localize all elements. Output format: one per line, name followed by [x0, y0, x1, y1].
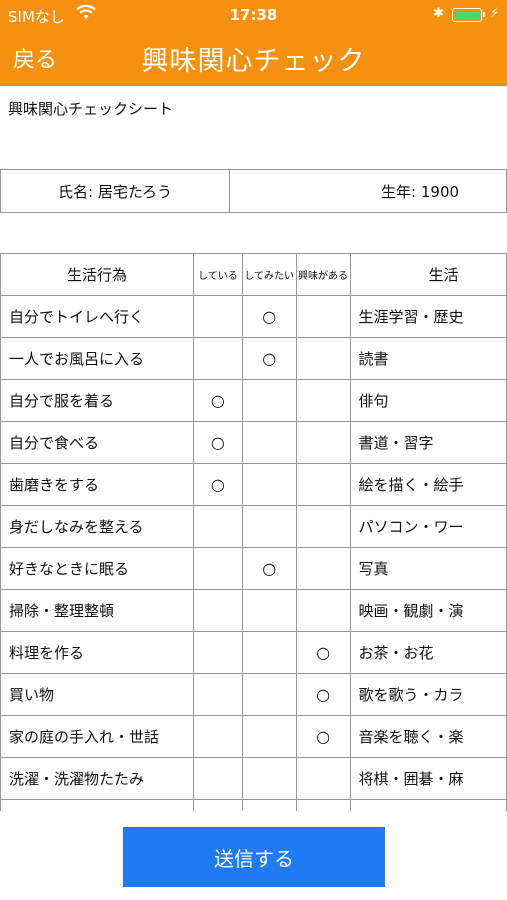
page-title: 興味関心チェック	[141, 46, 366, 77]
table-row: 洗濯・洗濯物たたみ 将棋・囲碁・麻	[0, 757, 507, 800]
want-to-cell[interactable]	[241, 799, 297, 811]
nav-bar: 戻る 興味関心チェック	[0, 30, 507, 86]
doing-cell[interactable]	[193, 337, 243, 380]
activity-2-cell: 生涯学習・歴史	[349, 295, 507, 338]
activity-cell: 歯磨きをする	[0, 463, 195, 506]
interested-cell[interactable]	[295, 799, 351, 811]
activity-2-cell: 俳句	[349, 379, 507, 422]
doing-cell[interactable]	[193, 295, 243, 338]
activity-2-cell: 読書	[349, 337, 507, 380]
activity-cell	[0, 799, 195, 811]
interested-cell[interactable]	[295, 463, 351, 506]
table-row: 家の庭の手入れ・世話 ○ 音楽を聴く・楽	[0, 715, 507, 758]
interested-cell[interactable]	[295, 379, 351, 422]
activity-2-cell: お茶・お花	[349, 631, 507, 674]
table-header-row: 生活行為 している してみたい 興味がある 生活	[0, 253, 507, 296]
doing-cell[interactable]	[193, 505, 243, 548]
header-interested: 興味がある	[295, 253, 351, 296]
header-want-to: してみたい	[241, 253, 297, 296]
want-to-cell[interactable]	[241, 757, 297, 800]
doing-cell[interactable]: ○	[193, 379, 243, 422]
bluetooth-icon: ✱	[433, 6, 444, 21]
doing-cell[interactable]	[193, 673, 243, 716]
table-row	[0, 799, 507, 811]
activity-cell: 買い物	[0, 673, 195, 716]
status-bar: SIMなし 17:38 ✱ ⚡	[0, 0, 507, 30]
table-row: 自分で服を着る ○ 俳句	[0, 379, 507, 422]
want-to-cell[interactable]: ○	[241, 295, 297, 338]
birth-cell: 生年: 1900	[229, 169, 507, 213]
header-activity-2: 生活	[349, 253, 507, 296]
doing-cell[interactable]	[193, 715, 243, 758]
activity-cell: 掃除・整理整頓	[0, 589, 195, 632]
status-time: 17:38	[229, 6, 278, 24]
activity-cell: 一人でお風呂に入る	[0, 337, 195, 380]
doing-cell[interactable]	[193, 799, 243, 811]
want-to-cell[interactable]	[241, 589, 297, 632]
interested-cell[interactable]: ○	[295, 631, 351, 674]
want-to-cell[interactable]	[241, 505, 297, 548]
want-to-cell[interactable]	[241, 421, 297, 464]
doing-cell[interactable]	[193, 631, 243, 674]
activity-2-cell: 写真	[349, 547, 507, 590]
activity-2-cell: 音楽を聴く・楽	[349, 715, 507, 758]
activity-2-cell: 歌を歌う・カラ	[349, 673, 507, 716]
interested-cell[interactable]	[295, 547, 351, 590]
activity-2-cell: 将棋・囲碁・麻	[349, 757, 507, 800]
interested-cell[interactable]	[295, 421, 351, 464]
table-row: 買い物 ○ 歌を歌う・カラ	[0, 673, 507, 716]
interested-cell[interactable]	[295, 337, 351, 380]
table-row: 身だしなみを整える パソコン・ワー	[0, 505, 507, 548]
activity-cell: 家の庭の手入れ・世話	[0, 715, 195, 758]
activity-2-cell: 絵を描く・絵手	[349, 463, 507, 506]
activity-cell: 洗濯・洗濯物たたみ	[0, 757, 195, 800]
activity-2-cell: 映画・観劇・演	[349, 589, 507, 632]
header-doing: している	[193, 253, 243, 296]
table-row: 料理を作る ○ お茶・お花	[0, 631, 507, 674]
interested-cell[interactable]	[295, 505, 351, 548]
info-table: 氏名: 居宅たろう 生年: 1900	[0, 169, 507, 213]
want-to-cell[interactable]	[241, 715, 297, 758]
doing-cell[interactable]: ○	[193, 463, 243, 506]
interested-cell[interactable]	[295, 295, 351, 338]
activity-cell: 自分でトイレへ行く	[0, 295, 195, 338]
want-to-cell[interactable]	[241, 379, 297, 422]
sheet-title: 興味関心チェックシート	[8, 100, 174, 118]
activity-cell: 好きなときに眠る	[0, 547, 195, 590]
doing-cell[interactable]	[193, 757, 243, 800]
want-to-cell[interactable]: ○	[241, 547, 297, 590]
activity-cell: 身だしなみを整える	[0, 505, 195, 548]
interested-cell[interactable]: ○	[295, 673, 351, 716]
want-to-cell[interactable]	[241, 631, 297, 674]
activity-2-cell: 書道・習字	[349, 421, 507, 464]
activity-2-cell	[349, 799, 507, 811]
interested-cell[interactable]	[295, 757, 351, 800]
charging-icon: ⚡	[490, 6, 500, 21]
table-row: 自分でトイレへ行く ○ 生涯学習・歴史	[0, 295, 507, 338]
activity-cell: 自分で服を着る	[0, 379, 195, 422]
table-row: 掃除・整理整頓 映画・観劇・演	[0, 589, 507, 632]
doing-cell[interactable]	[193, 547, 243, 590]
header-activity: 生活行為	[0, 253, 195, 296]
activity-2-cell: パソコン・ワー	[349, 505, 507, 548]
activity-cell: 自分で食べる	[0, 421, 195, 464]
table-row: 好きなときに眠る ○ 写真	[0, 547, 507, 590]
table-row: 一人でお風呂に入る ○ 読書	[0, 337, 507, 380]
checklist-table[interactable]: 生活行為 している してみたい 興味がある 生活 自分でトイレへ行く ○ 生涯学習・…	[0, 253, 507, 811]
table-row: 歯磨きをする ○ 絵を描く・絵手	[0, 463, 507, 506]
name-cell: 氏名: 居宅たろう	[0, 169, 231, 213]
want-to-cell[interactable]	[241, 463, 297, 506]
table-row: 自分で食べる ○ 書道・習字	[0, 421, 507, 464]
want-to-cell[interactable]	[241, 673, 297, 716]
submit-button[interactable]: 送信する	[123, 827, 385, 887]
battery-icon	[452, 8, 485, 22]
doing-cell[interactable]: ○	[193, 421, 243, 464]
interested-cell[interactable]: ○	[295, 715, 351, 758]
want-to-cell[interactable]: ○	[241, 337, 297, 380]
activity-cell: 料理を作る	[0, 631, 195, 674]
doing-cell[interactable]	[193, 589, 243, 632]
interested-cell[interactable]	[295, 589, 351, 632]
